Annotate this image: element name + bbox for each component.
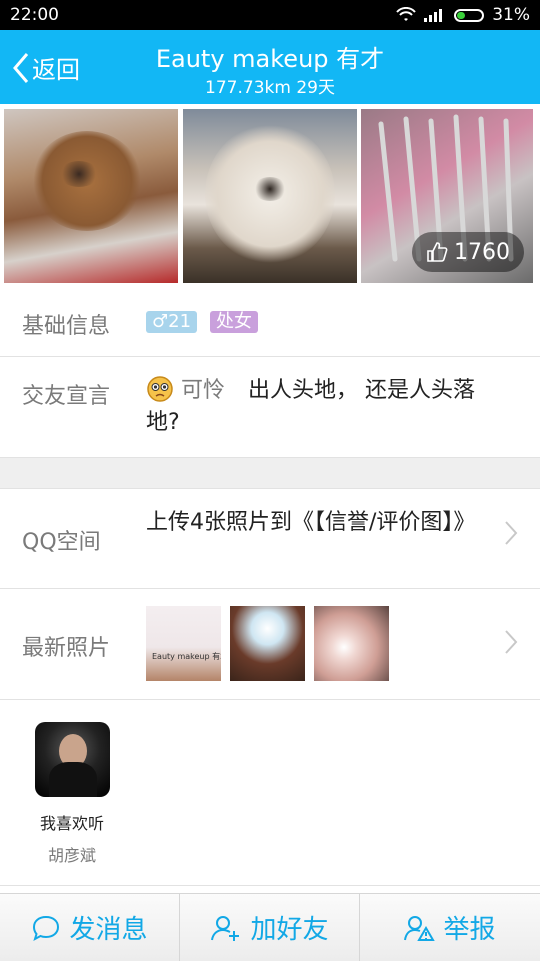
report-user-icon <box>404 915 436 941</box>
qzone-update: 上传4张照片到《【信誉/评价图】》 <box>146 510 476 535</box>
basic-info-tags: ♂21 处女 <box>146 306 500 338</box>
signal-icon <box>424 9 443 22</box>
status-time: 22:00 <box>10 5 59 25</box>
basic-info-row: 基础信息 ♂21 处女 <box>0 288 540 357</box>
send-message-label: 发消息 <box>69 915 148 945</box>
like-button[interactable]: 1760 <box>412 232 524 272</box>
latest-photos-row[interactable]: 最新照片 Eauty makeup 有才 <box>0 589 540 700</box>
page-title: Eauty makeup 有才 <box>155 45 385 73</box>
chevron-right-icon <box>504 519 518 554</box>
thumb-caption: Eauty makeup 有才 <box>152 652 221 661</box>
latest-photo-3[interactable] <box>314 606 389 681</box>
report-label: 举报 <box>443 915 496 945</box>
thumbs-up-icon <box>427 242 448 262</box>
zodiac-badge: 处女 <box>210 311 259 333</box>
section-divider <box>0 458 540 489</box>
report-button[interactable]: 举报 <box>360 894 539 961</box>
like-count: 1760 <box>454 239 510 265</box>
latest-photo-1[interactable]: Eauty makeup 有才 <box>146 606 221 681</box>
pitiful-emoji-icon <box>147 376 173 402</box>
status-bar: 22:00 31% <box>0 0 540 30</box>
status-icons: 31% <box>396 5 530 25</box>
music-heading: 我喜欢听 <box>39 814 104 833</box>
declaration-text: 可怜 出人头地， 还是人头落地? <box>146 375 500 439</box>
add-friend-button[interactable]: 加好友 <box>180 894 359 961</box>
battery-percent: 31% <box>492 5 530 25</box>
latest-photo-2[interactable] <box>230 606 305 681</box>
send-message-button[interactable]: 发消息 <box>0 894 179 961</box>
album-cover[interactable] <box>35 722 110 797</box>
qzone-label: QQ空间 <box>22 530 101 555</box>
declaration-row: 交友宣言 可怜 出人头地， 还是人头落地? <box>0 357 540 458</box>
page-subtitle: 177.73km 29天 <box>205 78 335 98</box>
header: 返回 Eauty makeup 有才 177.73km 29天 <box>0 30 540 104</box>
qzone-row[interactable]: QQ空间 上传4张照片到《【信誉/评价图】》 <box>0 489 540 589</box>
gender-age-badge: ♂21 <box>146 311 198 333</box>
profile-photo-1[interactable] <box>4 109 178 283</box>
emoji-label: 可怜 <box>181 378 226 403</box>
photo-strip: 1760 <box>0 104 540 287</box>
music-section: 我喜欢听 胡彦斌 <box>0 700 540 886</box>
add-user-icon <box>211 915 240 941</box>
profile-photo-2[interactable] <box>183 109 357 283</box>
basic-info-label: 基础信息 <box>22 314 111 339</box>
music-artist[interactable]: 胡彦斌 <box>22 842 122 866</box>
declaration-label: 交友宣言 <box>22 384 111 409</box>
battery-icon <box>454 8 485 22</box>
wifi-icon <box>396 7 416 21</box>
latest-photos-label: 最新照片 <box>22 636 111 661</box>
bottom-action-bar: 发消息 加好友 举报 <box>0 893 540 961</box>
chat-bubble-icon <box>33 915 60 941</box>
chevron-right-icon <box>504 628 518 663</box>
add-friend-label: 加好友 <box>250 915 329 945</box>
